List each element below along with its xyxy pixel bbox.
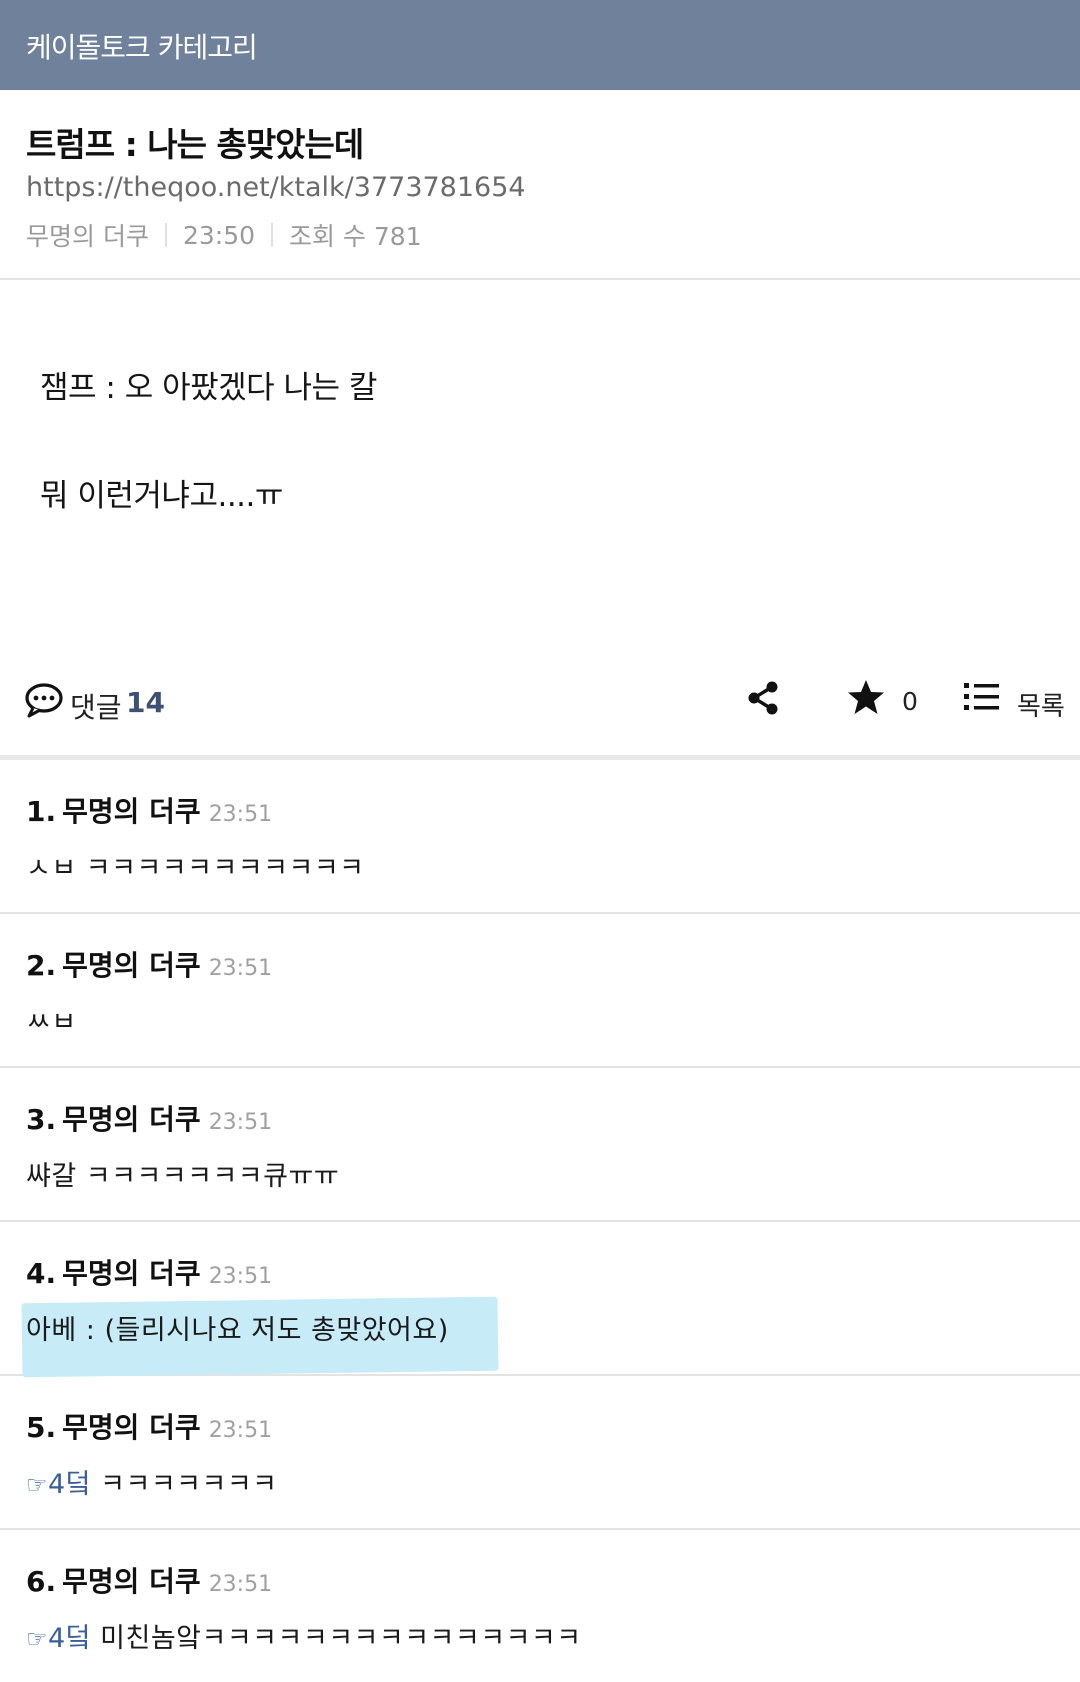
post-views: 조회 수 781 <box>289 222 422 251</box>
comment-text-wrap: ☞4덬 ㅋㅋㅋㅋㅋㅋㅋ <box>26 1462 278 1501</box>
comment-author: 무명의 더쿠 <box>62 1257 201 1290</box>
star-count: 0 <box>902 687 918 716</box>
post-header: 트럼프 : 나는 총맞았는데 https://theqoo.net/ktalk/… <box>0 90 1080 280</box>
comment-item: 4. 무명의 더쿠 23:51 아베 : (들리시나요 저도 총맞았어요) <box>0 1222 1080 1378</box>
comment-number: 6. <box>26 1565 57 1598</box>
comment-number: 3. <box>26 1103 57 1136</box>
meta-divider <box>164 223 167 247</box>
post-body-line: 잼프 : 오 아팠겠다 나는 칼 <box>40 370 377 406</box>
reply-target: 4덬 <box>48 1469 92 1500</box>
comment-item: 1. 무명의 더쿠 23:51 ㅅㅂ ㅋㅋㅋㅋㅋㅋㅋㅋㅋㅋㅋ <box>0 760 1080 914</box>
comment-text-wrap: ☞4덬 미친놈앜ㅋㅋㅋㅋㅋㅋㅋㅋㅋㅋㅋㅋㅋㅋㅋ <box>26 1616 582 1655</box>
comment-author: 무명의 더쿠 <box>62 795 201 828</box>
pointing-hand-icon: ☞ <box>26 1471 49 1499</box>
comment-header: 1. 무명의 더쿠 23:51 <box>26 790 272 830</box>
comment-time: 23:51 <box>208 1418 273 1443</box>
list-button[interactable]: 목록 <box>1017 686 1065 723</box>
comment-text: ㅆㅂ <box>26 1007 77 1038</box>
comment-time: 23:51 <box>208 802 273 827</box>
comment-number: 2. <box>26 949 57 982</box>
comment-item: 2. 무명의 더쿠 23:51 ㅆㅂ <box>0 914 1080 1068</box>
comment-header: 6. 무명의 더쿠 23:51 <box>26 1560 272 1600</box>
comment-reply-link[interactable]: ☞4덬 <box>26 1469 91 1500</box>
comment-header: 3. 무명의 더쿠 23:51 <box>26 1098 272 1138</box>
comment-item: 5. 무명의 더쿠 23:51 ☞4덬 ㅋㅋㅋㅋㅋㅋㅋ <box>0 1376 1080 1530</box>
post-time: 23:50 <box>182 220 255 250</box>
meta-divider <box>271 223 273 247</box>
category-title[interactable]: 케이돌토크 카테고리 <box>26 26 258 66</box>
post-actions-bar: 댓글 14 0 목록 <box>0 670 1080 756</box>
comment-header: 5. 무명의 더쿠 23:51 <box>26 1406 272 1446</box>
post-title: 트럼프 : 나는 총맞았는데 <box>26 125 364 164</box>
comment-header: 2. 무명의 더쿠 23:51 <box>26 944 272 984</box>
speech-bubble-icon[interactable] <box>24 682 64 718</box>
comment-header: 4. 무명의 더쿠 23:51 <box>26 1252 272 1292</box>
comment-text: ㅋㅋㅋㅋㅋㅋㅋ <box>100 1469 278 1500</box>
top-bar: 케이돌토크 카테고리 <box>0 0 1080 90</box>
list-icon[interactable] <box>964 682 1000 712</box>
comment-text: ㅅㅂ ㅋㅋㅋㅋㅋㅋㅋㅋㅋㅋㅋ <box>26 853 365 884</box>
reply-target: 4덬 <box>48 1623 92 1654</box>
post-author: 무명의 더쿠 <box>26 222 149 251</box>
star-icon[interactable] <box>847 678 885 716</box>
post-body-line: 뭐 이런거냐고....ㅠ <box>40 478 283 514</box>
comment-reply-link[interactable]: ☞4덬 <box>26 1623 91 1654</box>
comment-text: 쌰갈 ㅋㅋㅋㅋㅋㅋㅋ큐ㅠㅠ <box>26 1161 340 1192</box>
comment-author: 무명의 더쿠 <box>62 1411 201 1444</box>
comment-time: 23:51 <box>208 1572 273 1597</box>
comment-time: 23:51 <box>208 1264 273 1289</box>
comment-author: 무명의 더쿠 <box>62 1103 201 1136</box>
post-meta: 무명의 더쿠 23:50 조회 수 781 <box>26 217 422 253</box>
pointing-hand-icon: ☞ <box>26 1625 49 1653</box>
comment-time: 23:51 <box>208 956 273 981</box>
comment-text: 미친놈앜ㅋㅋㅋㅋㅋㅋㅋㅋㅋㅋㅋㅋㅋㅋㅋ <box>100 1623 582 1654</box>
comment-time: 23:51 <box>208 1110 273 1135</box>
comment-item: 3. 무명의 더쿠 23:51 쌰갈 ㅋㅋㅋㅋㅋㅋㅋ큐ㅠㅠ <box>0 1068 1080 1222</box>
share-icon[interactable] <box>746 680 780 716</box>
comment-number: 4. <box>26 1257 57 1290</box>
post-url[interactable]: https://theqoo.net/ktalk/3773781654 <box>26 172 526 203</box>
comment-text: 아베 : (들리시나요 저도 총맞았어요) <box>26 1315 449 1346</box>
comment-count[interactable]: 14 <box>126 686 165 719</box>
comment-author: 무명의 더쿠 <box>62 1565 201 1598</box>
comment-number: 1. <box>26 795 57 828</box>
comment-label[interactable]: 댓글 <box>70 686 122 726</box>
comment-number: 5. <box>26 1411 57 1444</box>
comment-author: 무명의 더쿠 <box>62 949 201 982</box>
comment-item: 6. 무명의 더쿠 23:51 ☞4덬 미친놈앜ㅋㅋㅋㅋㅋㅋㅋㅋㅋㅋㅋㅋㅋㅋㅋ <box>0 1530 1080 1682</box>
